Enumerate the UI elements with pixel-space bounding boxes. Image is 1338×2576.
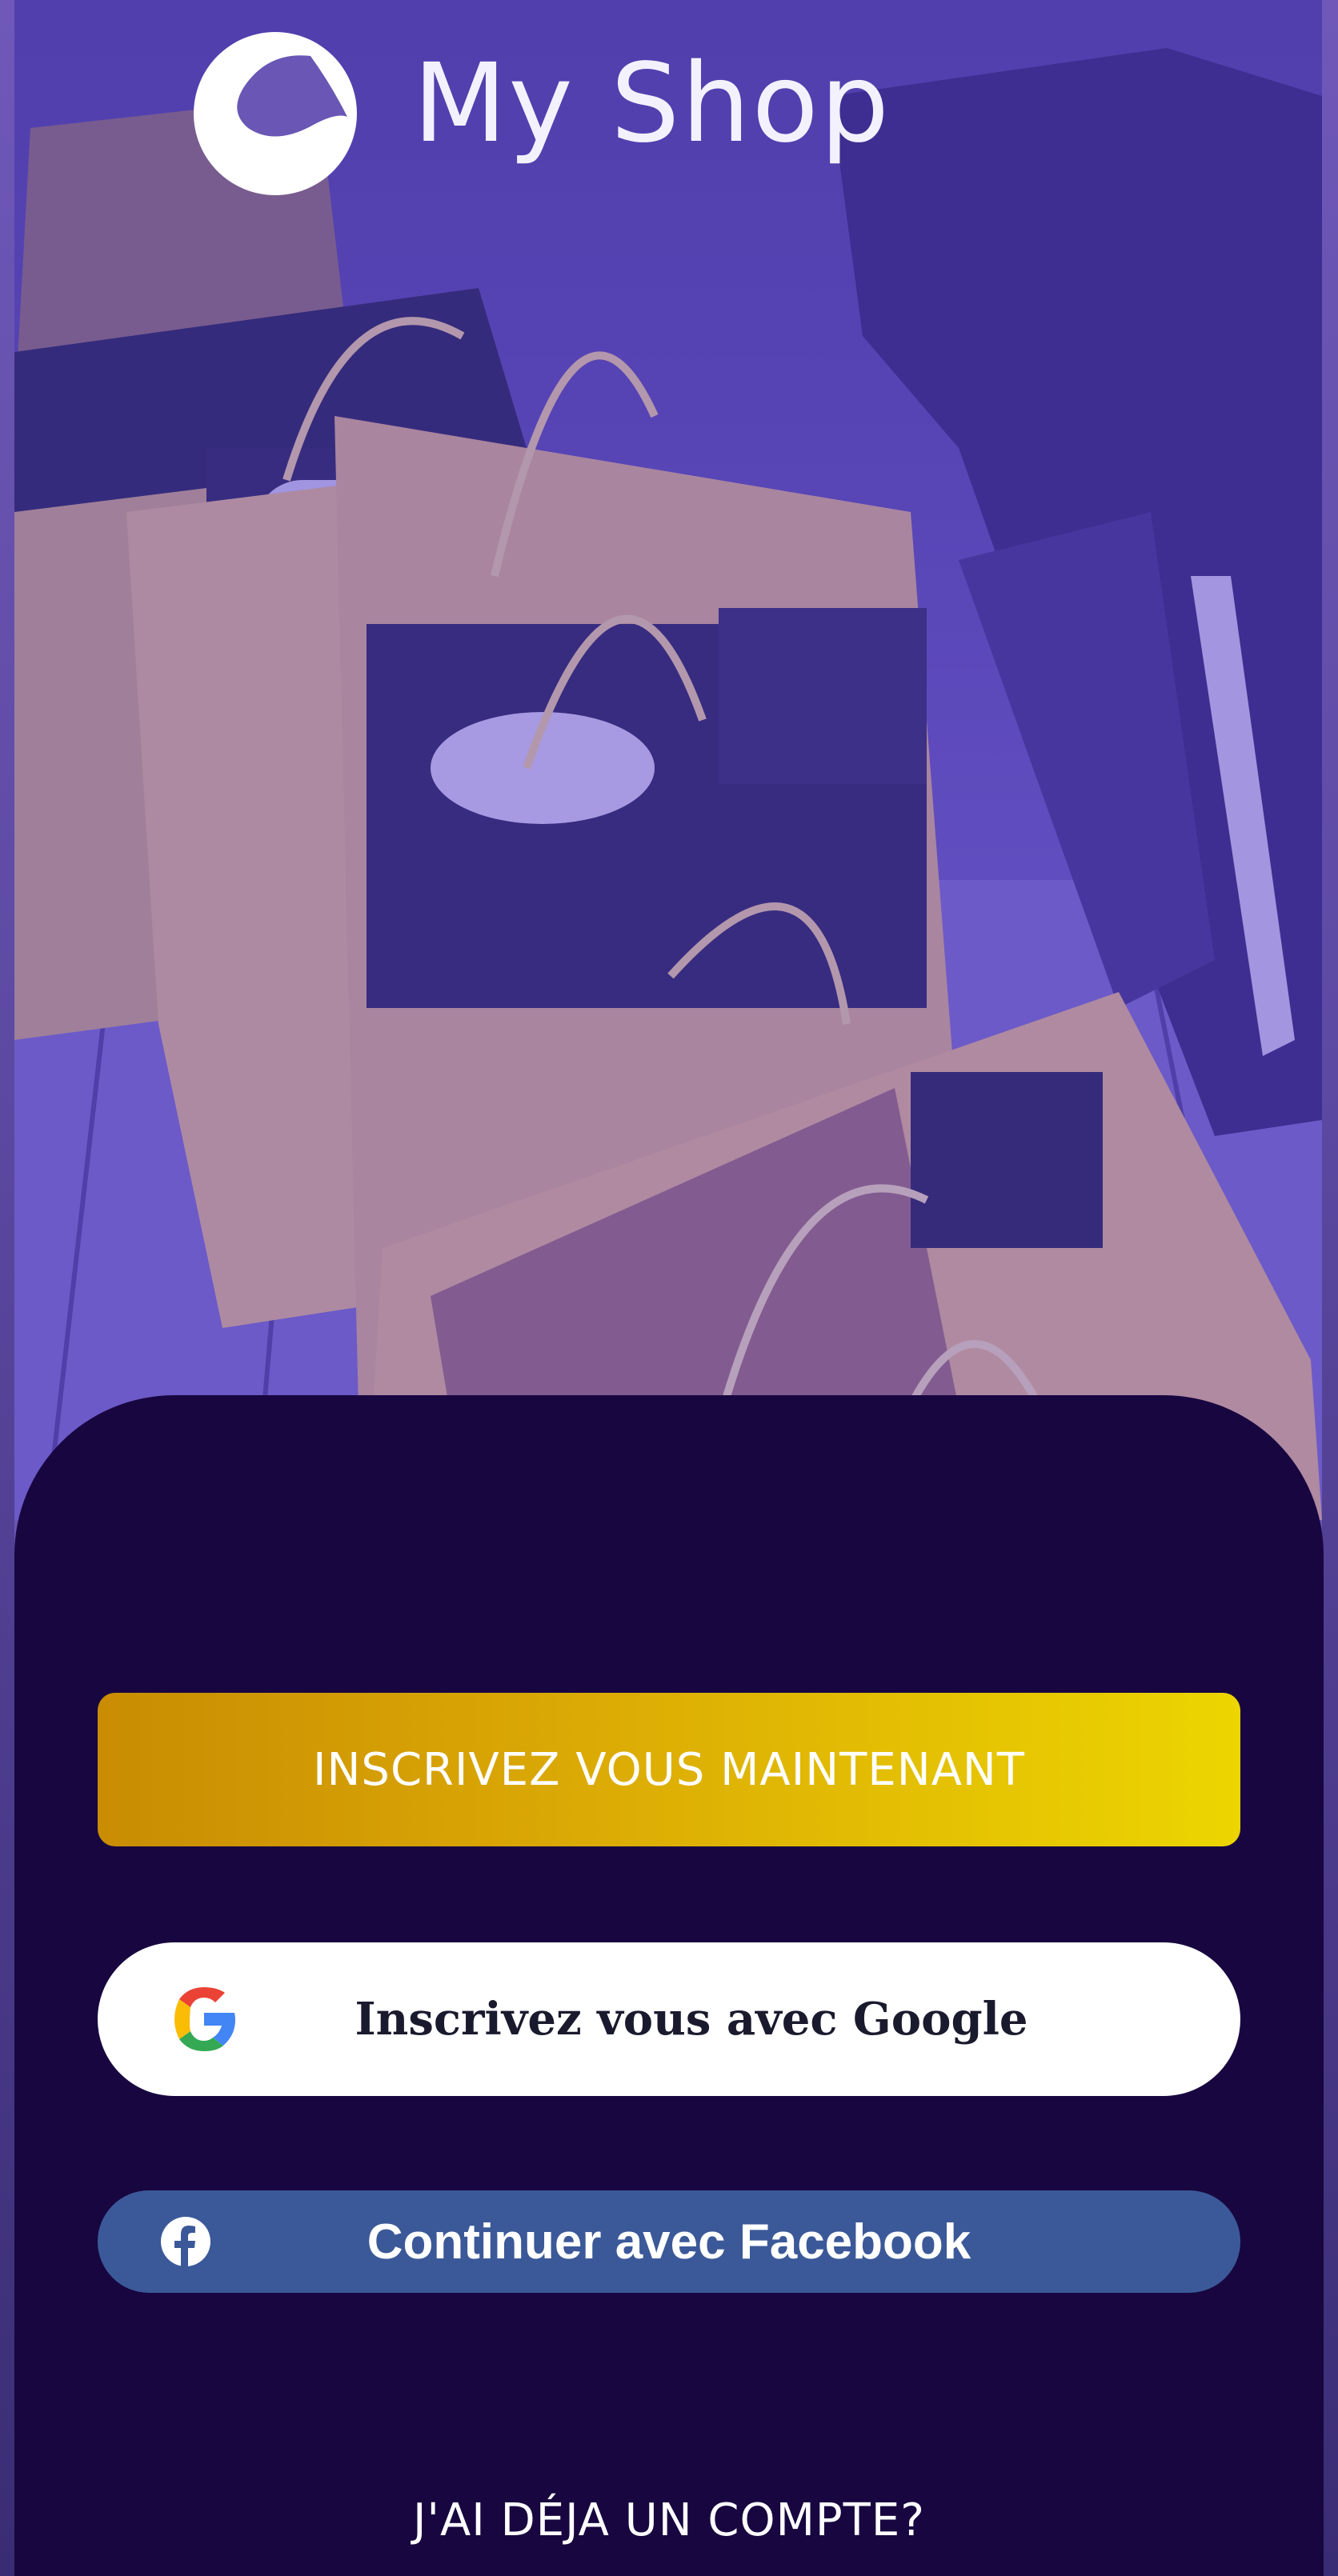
facebook-continue-button[interactable]: Continuer avec Facebook bbox=[98, 2190, 1240, 2293]
signup-button-label: INSCRIVEZ VOUS MAINTENANT bbox=[313, 1743, 1025, 1796]
google-icon bbox=[165, 1981, 242, 2058]
left-edge bbox=[0, 0, 14, 2576]
facebook-icon bbox=[160, 2216, 211, 2267]
google-signup-button[interactable]: Inscrivez vous avec Google bbox=[98, 1942, 1240, 2096]
hero-photo bbox=[14, 0, 1322, 1520]
facebook-button-label: Continuer avec Facebook bbox=[367, 2214, 971, 2270]
shopping-bags-illustration bbox=[14, 0, 1322, 1520]
right-edge bbox=[1322, 0, 1338, 2576]
signup-button[interactable]: INSCRIVEZ VOUS MAINTENANT bbox=[98, 1693, 1240, 1846]
app-title: My Shop bbox=[413, 41, 891, 167]
google-button-label: Inscrivez vous avec Google bbox=[355, 1993, 1028, 2046]
existing-account-link[interactable]: J'AI DÉJA UN COMPTE? bbox=[0, 2494, 1338, 2546]
welcome-screen: My Shop INSCRIVEZ VOUS MAINTENANT Inscri… bbox=[0, 0, 1338, 2576]
shop-logo-icon bbox=[190, 29, 360, 198]
